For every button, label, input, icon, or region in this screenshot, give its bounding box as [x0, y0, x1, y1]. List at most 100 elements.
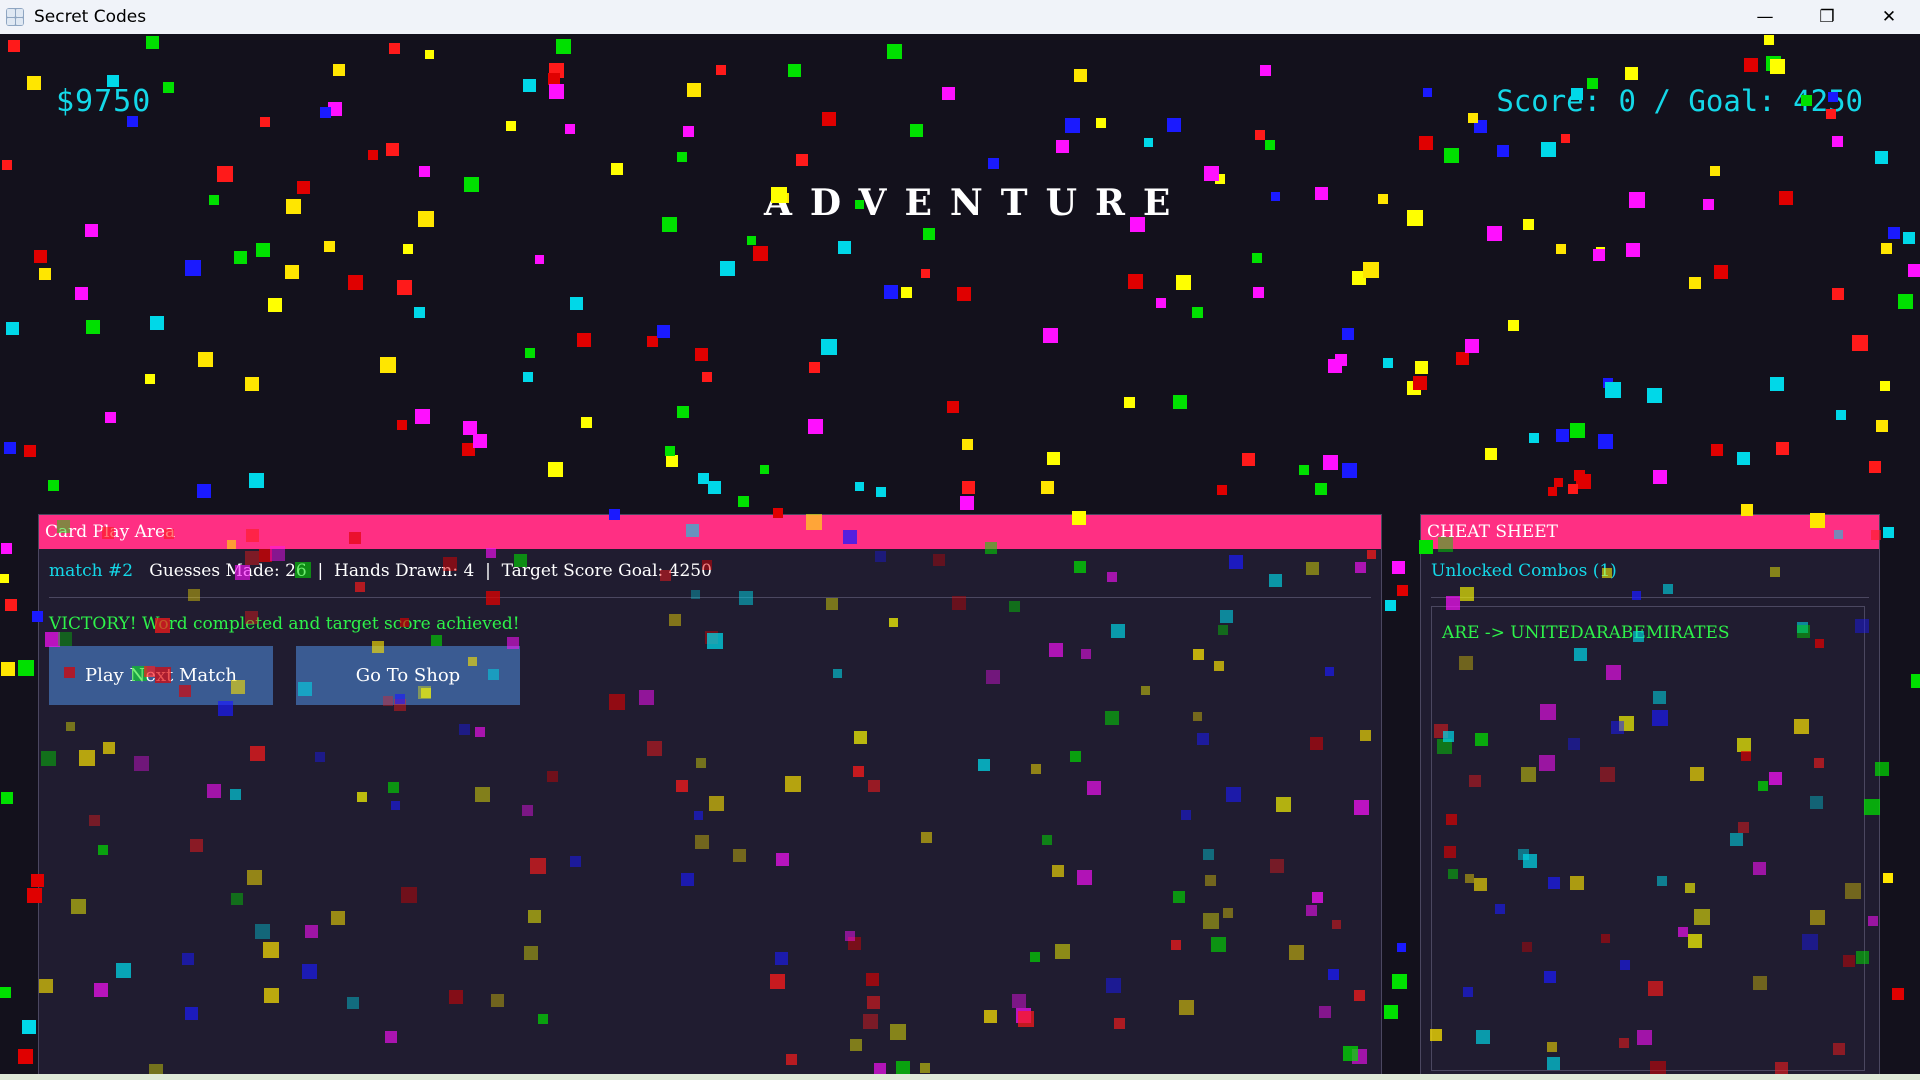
confetti-particle: [1173, 395, 1187, 409]
confetti-particle: [462, 443, 475, 456]
match-stats: match #2 Guesses Made: 26 | Hands Drawn:…: [49, 561, 712, 581]
confetti-particle: [1271, 192, 1280, 201]
confetti-particle: [1041, 481, 1054, 494]
confetti-particle: [1880, 381, 1890, 391]
confetti-particle: [348, 275, 363, 290]
close-icon: ✕: [1881, 7, 1897, 27]
cheat-sheet-panel: CHEAT SHEET Unlocked Combos (1) ARE -> U…: [1420, 514, 1880, 1074]
confetti-particle: [1903, 232, 1915, 244]
confetti-particle: [962, 481, 975, 494]
confetti-particle: [1764, 35, 1774, 45]
confetti-particle: [988, 158, 999, 169]
confetti-particle: [1626, 243, 1640, 257]
confetti-particle: [1407, 381, 1421, 395]
game-canvas: $9750 Score: 0 / Goal: 4250 ADVENTURE Ca…: [0, 34, 1920, 1074]
combos-list[interactable]: ARE -> UNITEDARABEMIRATES: [1431, 606, 1865, 1071]
confetti-particle: [245, 377, 259, 391]
confetti-particle: [1689, 277, 1701, 289]
confetti-particle: [1744, 58, 1758, 72]
confetti-particle: [548, 73, 560, 85]
confetti-particle: [1556, 429, 1569, 442]
confetti-particle: [1634, 194, 1645, 205]
confetti-particle: [1625, 67, 1638, 80]
confetti-particle: [217, 166, 233, 182]
confetti-particle: [1596, 247, 1605, 256]
confetti-particle: [324, 241, 335, 252]
confetti-particle: [960, 496, 974, 510]
confetti-particle: [1074, 69, 1087, 82]
confetti-particle: [464, 177, 479, 192]
confetti-particle: [256, 243, 270, 257]
confetti-particle: [1252, 253, 1262, 263]
confetti-particle: [1529, 433, 1539, 443]
confetti-particle: [1352, 271, 1366, 285]
confetti-particle: [268, 298, 282, 312]
confetti-particle: [1508, 320, 1519, 331]
mode-title: ADVENTURE: [764, 182, 1189, 224]
confetti-particle: [910, 124, 923, 137]
confetti-particle: [1128, 274, 1143, 289]
confetti-particle: [1047, 452, 1060, 465]
confetti-particle: [1911, 674, 1920, 688]
confetti-particle: [695, 348, 708, 361]
confetti-particle: [1419, 136, 1433, 150]
confetti-particle: [720, 261, 735, 276]
confetti-particle: [1776, 442, 1789, 455]
confetti-particle: [1383, 358, 1393, 368]
confetti-particle: [249, 473, 264, 488]
confetti-particle: [1653, 470, 1667, 484]
confetti-particle: [1523, 219, 1534, 230]
close-button[interactable]: ✕: [1858, 0, 1920, 34]
confetti-particle: [1423, 88, 1432, 97]
confetti-particle: [198, 352, 213, 367]
confetti-particle: [1392, 974, 1407, 989]
confetti-particle: [1253, 287, 1264, 298]
confetti-particle: [397, 280, 412, 295]
combo-item: ARE -> UNITEDARABEMIRATES: [1442, 623, 1730, 643]
confetti-particle: [22, 1020, 36, 1034]
money-counter: $9750: [56, 84, 152, 119]
play-next-match-button[interactable]: Play Next Match: [49, 646, 273, 705]
confetti-particle: [523, 79, 536, 92]
confetti-particle: [523, 372, 533, 382]
confetti-particle: [1710, 166, 1720, 176]
confetti-particle: [808, 419, 823, 434]
confetti-particle: [570, 297, 583, 310]
confetti-particle: [1593, 249, 1605, 261]
confetti-particle: [145, 374, 155, 384]
confetti-particle: [1875, 151, 1888, 164]
confetti-particle: [506, 121, 516, 131]
confetti-particle: [887, 44, 902, 59]
confetti-particle: [27, 76, 41, 90]
confetti-particle: [1836, 410, 1846, 420]
confetti-particle: [957, 287, 971, 301]
confetti-particle: [150, 316, 164, 330]
maximize-button[interactable]: ❐: [1796, 0, 1858, 34]
confetti-particle: [6, 322, 19, 335]
confetti-particle: [1605, 382, 1621, 398]
confetti-particle: [1888, 227, 1900, 239]
confetti-particle: [687, 83, 701, 97]
confetti-particle: [565, 124, 575, 134]
confetti-particle: [1548, 487, 1557, 496]
confetti-particle: [1568, 484, 1578, 494]
minimize-button[interactable]: —: [1734, 0, 1796, 34]
go-to-shop-button[interactable]: Go To Shop: [296, 646, 520, 705]
confetti-particle: [328, 102, 342, 116]
victory-message: VICTORY! Word completed and target score…: [49, 614, 520, 634]
confetti-particle: [1413, 376, 1427, 390]
confetti-particle: [4, 442, 16, 454]
confetti-particle: [747, 236, 756, 245]
confetti-particle: [548, 462, 563, 477]
confetti-particle: [297, 181, 310, 194]
confetti-particle: [397, 420, 407, 430]
confetti-particle: [1852, 335, 1868, 351]
confetti-particle: [1056, 140, 1069, 153]
confetti-particle: [1883, 873, 1893, 883]
confetti-particle: [1570, 423, 1585, 438]
confetti-particle: [788, 64, 801, 77]
confetti-particle: [285, 265, 299, 279]
confetti-particle: [320, 107, 331, 118]
confetti-particle: [473, 434, 487, 448]
confetti-particle: [389, 43, 400, 54]
